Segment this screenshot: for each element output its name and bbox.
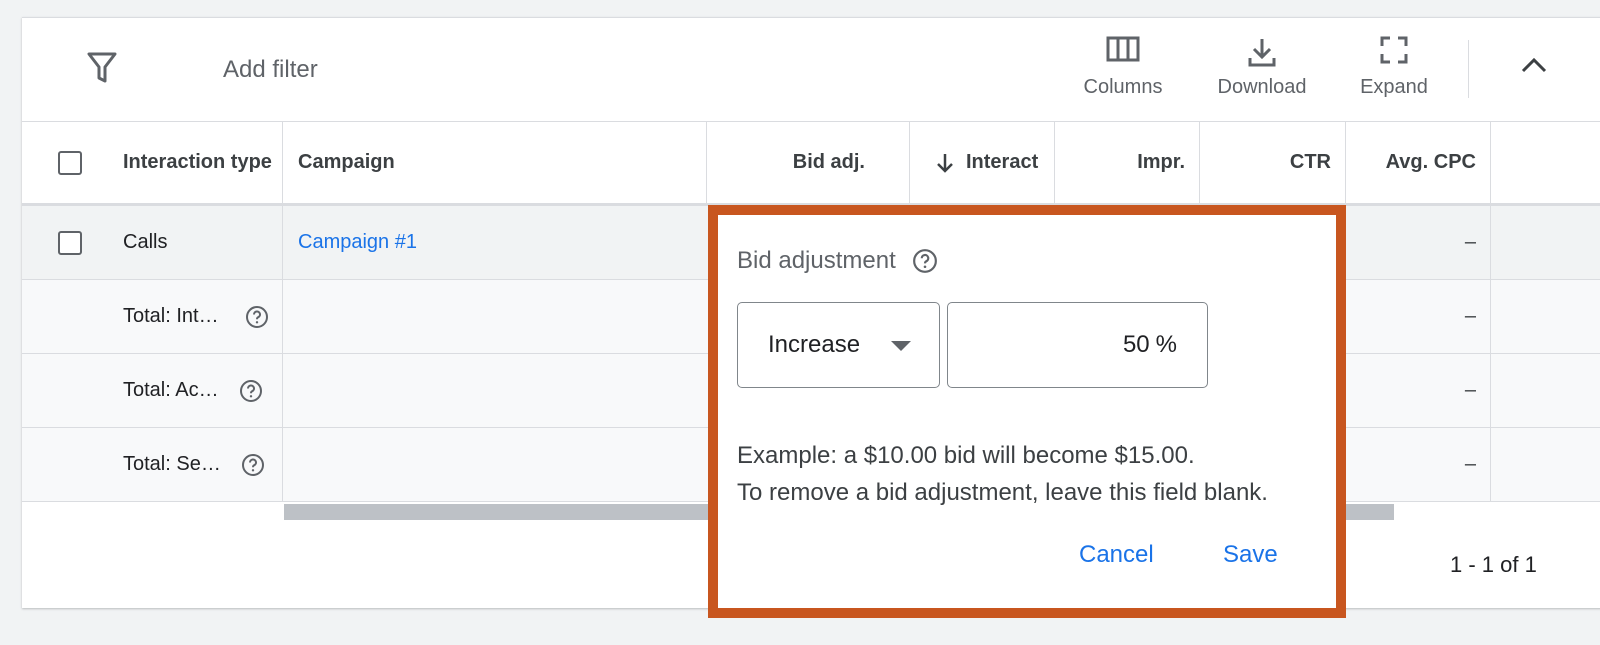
- filter-icon[interactable]: [86, 50, 118, 84]
- fullscreen-icon: [1380, 36, 1408, 64]
- adjustment-direction-select[interactable]: Increase: [737, 302, 940, 388]
- column-divider: [706, 122, 707, 206]
- header-interactions-label: Interact: [966, 151, 1039, 173]
- column-divider: [1490, 122, 1491, 502]
- total-row-label-cell: Total: Ac…: [123, 354, 278, 427]
- adjustment-percent-value: 50: [1122, 331, 1150, 358]
- select-all-checkbox[interactable]: [58, 150, 82, 175]
- column-divider: [1054, 122, 1055, 206]
- help-icon[interactable]: [241, 453, 265, 477]
- header-campaign[interactable]: Campaign: [298, 122, 698, 203]
- column-divider: [282, 122, 283, 502]
- columns-icon: [1106, 36, 1140, 62]
- download-icon: [1248, 39, 1276, 67]
- header-avg-cpc[interactable]: Avg. CPC: [1348, 122, 1476, 203]
- table-toolbar: Add filter Columns Download Expand: [22, 18, 1600, 122]
- row-select-cell: [58, 206, 88, 279]
- columns-label: Columns: [1083, 76, 1163, 98]
- example-text: Example: a $10.00 bid will become $15.00…: [737, 437, 1337, 511]
- column-divider: [1199, 122, 1200, 206]
- columns-button[interactable]: Columns: [1063, 36, 1183, 99]
- row-checkbox[interactable]: [58, 230, 82, 255]
- download-label: Download: [1217, 76, 1307, 98]
- toolbar-divider: [1468, 40, 1469, 98]
- pagination-label: 1 - 1 of 1: [1450, 552, 1537, 577]
- popup-title-row: Bid adjustment: [737, 247, 938, 275]
- arrow-down-icon: [937, 153, 953, 173]
- row-avg-cpc: –: [1464, 453, 1476, 475]
- select-all-cell: [58, 122, 88, 203]
- total-row-label: Total: Int…: [123, 305, 219, 327]
- popup-title: Bid adjustment: [737, 247, 896, 274]
- example-line-2: To remove a bid adjustment, leave this f…: [737, 479, 1268, 506]
- column-divider: [909, 122, 910, 206]
- adjustment-direction-value: Increase: [768, 331, 861, 358]
- total-row-label: Total: Se…: [123, 453, 221, 475]
- header-impr[interactable]: Impr.: [1056, 122, 1185, 203]
- add-filter-button[interactable]: Add filter: [223, 56, 318, 84]
- help-icon[interactable]: [245, 305, 269, 329]
- table-header-row: Interaction type Campaign Bid adj. Inter…: [22, 122, 1600, 206]
- expand-button[interactable]: Expand: [1334, 36, 1454, 99]
- help-icon[interactable]: [912, 248, 938, 274]
- total-row-label-cell: Total: Int…: [123, 280, 278, 353]
- help-icon[interactable]: [239, 379, 263, 403]
- dropdown-caret-icon: [891, 341, 911, 351]
- header-interactions[interactable]: Interact: [934, 122, 1040, 203]
- expand-label: Expand: [1360, 76, 1428, 98]
- row-avg-cpc: –: [1464, 231, 1476, 253]
- cancel-button[interactable]: Cancel: [1079, 541, 1154, 569]
- percent-unit: %: [1155, 331, 1177, 358]
- header-interaction-type[interactable]: Interaction type: [123, 122, 278, 203]
- bid-adjustment-popup: Bid adjustment Increase 50 % Example: a …: [708, 205, 1346, 618]
- example-line-1: Example: a $10.00 bid will become $15.00…: [737, 442, 1195, 469]
- header-ctr[interactable]: CTR: [1202, 122, 1331, 203]
- download-button[interactable]: Download: [1202, 36, 1322, 99]
- campaign-link[interactable]: Campaign #1: [298, 206, 698, 279]
- total-row-label: Total: Ac…: [123, 379, 219, 401]
- header-bid-adj[interactable]: Bid adj.: [708, 122, 865, 203]
- row-interaction-type: Calls: [123, 231, 168, 253]
- row-avg-cpc: –: [1464, 379, 1476, 401]
- total-row-label-cell: Total: Se…: [123, 428, 278, 501]
- row-avg-cpc: –: [1464, 305, 1476, 327]
- save-button[interactable]: Save: [1223, 541, 1278, 569]
- chevron-up-icon[interactable]: [1520, 56, 1548, 74]
- adjustment-percent-input[interactable]: 50 %: [947, 302, 1208, 388]
- column-divider: [1345, 122, 1346, 206]
